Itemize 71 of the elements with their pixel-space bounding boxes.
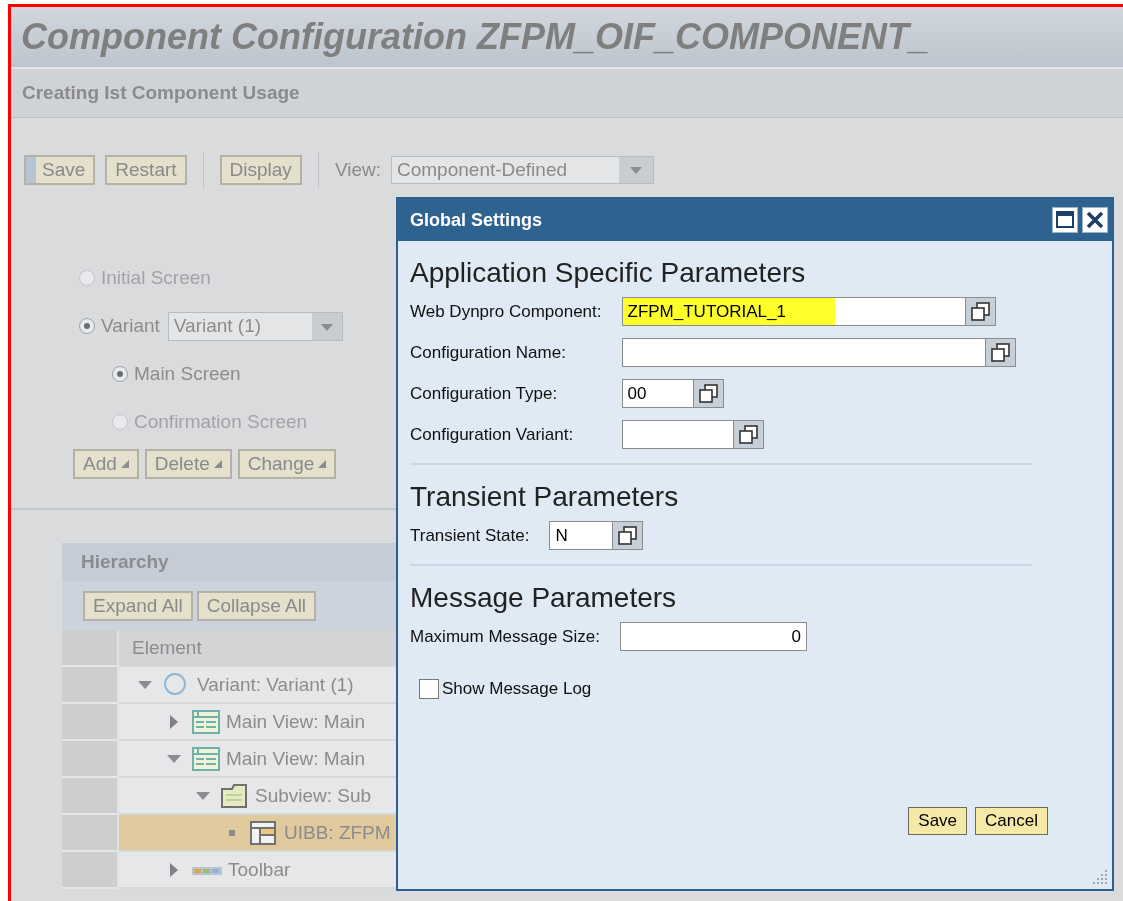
section-title: Transient Parameters (410, 481, 680, 513)
copy-squares-icon (970, 302, 990, 321)
field-label: Transient State: (410, 525, 530, 546)
menu-button[interactable]: Change (237, 449, 337, 479)
radio-label: Initial Screen (101, 267, 211, 289)
field-label: Configuration Name: (410, 342, 567, 363)
input-field[interactable]: N (549, 521, 614, 550)
toolbar-button[interactable]: Display (219, 155, 302, 185)
toolbar-button[interactable]: Save (24, 155, 96, 185)
checkbox[interactable] (419, 679, 439, 699)
tree-label: Main View: Main (226, 710, 366, 733)
view-label: View: (334, 159, 381, 181)
tree-row[interactable]: Main View: Main (119, 741, 396, 778)
value-help-button[interactable] (965, 297, 996, 326)
page-subtitle: Creating Ist Component Usage (11, 69, 1123, 118)
value-help-button[interactable] (613, 521, 644, 550)
radio-label: Variant (101, 315, 160, 337)
dropdown-caret-icon (311, 312, 342, 340)
tree-label: Variant: Variant (1) (197, 673, 354, 696)
copy-squares-icon (618, 526, 638, 545)
radio-button[interactable] (79, 318, 95, 334)
radio-label: Confirmation Screen (134, 411, 308, 433)
input-field[interactable]: ZFPM_TUTORIAL_1 (621, 297, 966, 326)
copy-squares-icon (990, 343, 1010, 362)
copy-squares-icon (738, 425, 758, 444)
tree-label: Subview: Sub (255, 784, 372, 807)
menu-button[interactable]: Add (73, 449, 139, 479)
tree-row[interactable]: Subview: Sub (119, 778, 396, 815)
dialog-title: Global Settings (410, 209, 542, 231)
input-field[interactable] (621, 420, 734, 449)
tree-row[interactable]: Variant: Variant (1) (119, 667, 396, 704)
input-field[interactable]: 0 (619, 622, 807, 651)
radio-label: Main Screen (134, 363, 241, 385)
tree-label: UIBB: ZFPM (284, 821, 391, 844)
section-title: Application Specific Parameters (410, 257, 807, 289)
input-field[interactable] (621, 338, 986, 367)
tree-button[interactable]: Expand All (83, 590, 193, 621)
copy-squares-icon (698, 384, 718, 403)
menu-triangle-icon (120, 460, 129, 468)
toolbar-button[interactable]: Restart (105, 155, 187, 185)
value-help-button[interactable] (985, 338, 1016, 367)
tree-row[interactable]: Main View: Main (119, 704, 396, 741)
tree-row[interactable]: UIBB: ZFPM (119, 815, 396, 852)
dropdown-caret-icon (619, 157, 653, 183)
radio-button[interactable] (112, 366, 128, 382)
dialog-button[interactable]: Cancel (975, 807, 1048, 835)
close-icon[interactable] (1082, 207, 1108, 233)
column-header: Element (119, 630, 396, 667)
field-label: Maximum Message Size: (410, 626, 600, 647)
section-title: Message Parameters (410, 582, 678, 614)
tree-button[interactable]: Collapse All (196, 590, 317, 621)
tree-label: Toolbar (228, 858, 291, 881)
variant-dropdown[interactable]: Variant (1) (167, 311, 343, 341)
menu-button[interactable]: Delete (144, 449, 232, 479)
checkbox-label: Show Message Log (442, 679, 592, 699)
tree-label: Main View: Main (226, 747, 366, 770)
row-selector-header (62, 630, 119, 667)
dialog-button[interactable]: Save (908, 807, 968, 835)
menu-triangle-icon (213, 460, 222, 468)
field-label: Web Dynpro Component: (410, 301, 602, 322)
field-label: Configuration Variant: (410, 424, 575, 445)
menu-triangle-icon (318, 460, 327, 468)
field-label: Configuration Type: (410, 383, 559, 404)
value-help-button[interactable] (733, 420, 764, 449)
page-title: Component Configuration ZFPM_OIF_COMPONENT_ (11, 7, 1123, 69)
tree-row[interactable]: Toolbar (119, 852, 396, 889)
value-help-button[interactable] (693, 379, 724, 408)
panel-title: Hierarchy (62, 543, 396, 581)
maximize-icon[interactable] (1052, 207, 1078, 233)
input-field[interactable]: 00 (621, 379, 694, 408)
view-dropdown[interactable]: Component-Defined (391, 156, 654, 184)
